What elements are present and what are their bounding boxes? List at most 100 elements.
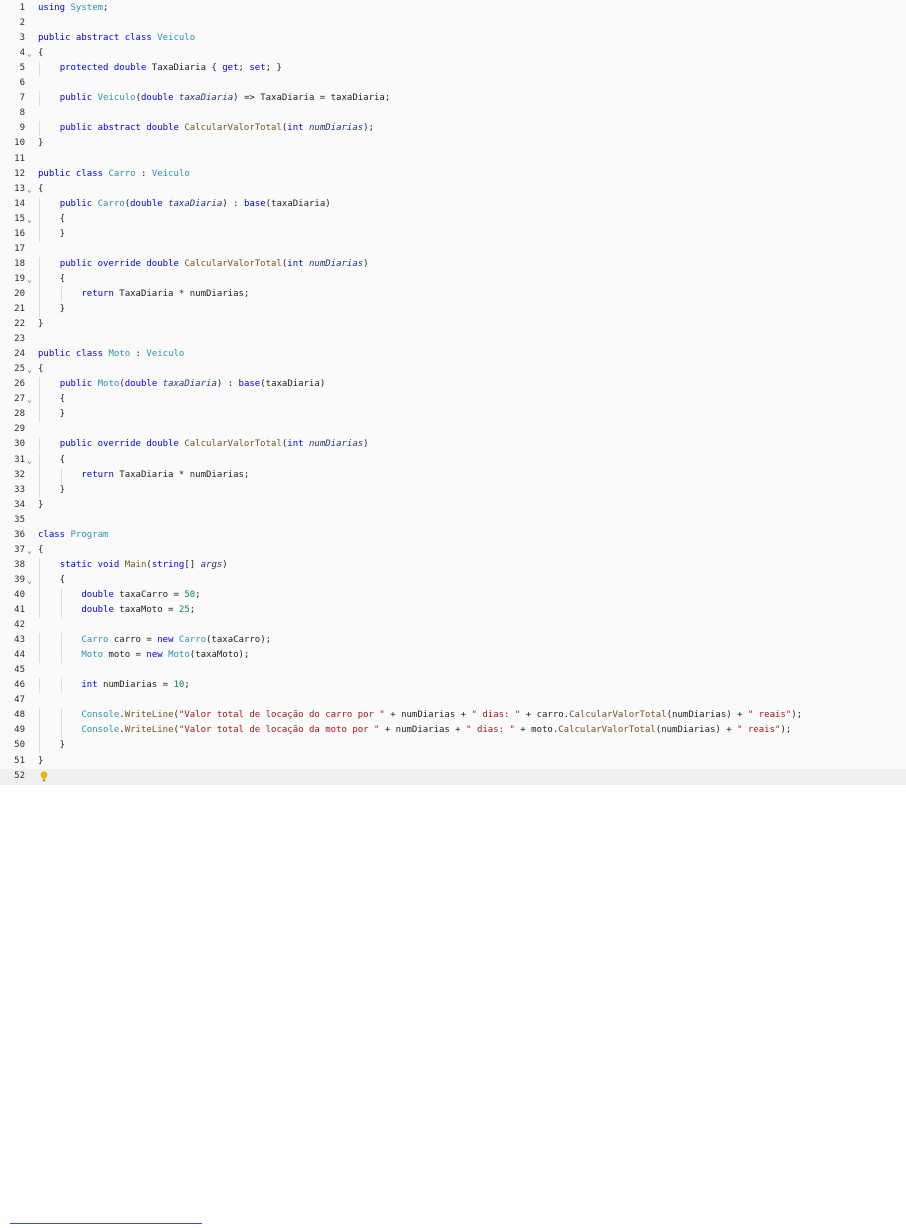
code-line[interactable]: 18 public override double CalcularValorT… [0, 256, 906, 272]
code-line[interactable]: 40 double taxaCarro = 50; [0, 587, 906, 603]
lightbulb-icon[interactable] [40, 770, 48, 782]
code-text: { [38, 453, 65, 468]
code-line[interactable]: 24 public class Moto : Veiculo [0, 347, 906, 362]
code-line[interactable]: 51} [0, 754, 906, 769]
code-line[interactable]: 28 } [0, 407, 906, 423]
code-line[interactable]: 50 } [0, 738, 906, 754]
code-line[interactable]: 46 int numDiarias = 10; [0, 678, 906, 694]
code-line[interactable]: 44 Moto moto = new Moto(taxaMoto); [0, 648, 906, 664]
line-number: 50 [14, 740, 25, 751]
chevron-down-icon[interactable]: ⌄ [27, 543, 32, 558]
code-line[interactable]: 6 [0, 76, 906, 91]
code-line[interactable]: 38 static void Main(string[] args) [0, 557, 906, 573]
code-line[interactable]: 21 } [0, 302, 906, 317]
code-line[interactable]: 36 class Program [0, 528, 906, 543]
code-line[interactable]: 30 public override double CalcularValorT… [0, 437, 906, 453]
code-text: { [38, 212, 65, 227]
line-number: 6 [19, 78, 25, 89]
chevron-down-icon[interactable]: ⌄ [27, 453, 32, 468]
code-line[interactable]: 12 public class Carro : Veiculo [0, 167, 906, 182]
code-line[interactable]: 52 [0, 768, 906, 784]
code-line[interactable]: 45 [0, 663, 906, 678]
code-token: Main [124, 559, 147, 570]
code-editor[interactable]: 1 using System; 2 3 public abstract class Ve… [0, 0, 906, 785]
code-line[interactable]: 48 Console.WriteLine("Valor total de loc… [0, 708, 906, 724]
code-line[interactable]: 4 ⌄ { [0, 46, 906, 61]
line-number: 33 [14, 484, 25, 495]
code-line[interactable]: 13 ⌄ { [0, 182, 906, 197]
code-token: (numDiarias) + [666, 710, 748, 721]
code-token: { [38, 394, 66, 405]
code-line[interactable]: 9 public abstract double CalcularValorTo… [0, 121, 906, 137]
code-token: ) : [222, 198, 244, 209]
code-line[interactable]: 31 ⌄ { [0, 452, 906, 468]
code-text: } [38, 498, 43, 513]
chevron-down-icon[interactable]: ⌄ [27, 46, 32, 61]
code-token: CalcularValorTotal [184, 123, 282, 134]
code-token: } [38, 499, 44, 510]
line-number: 11 [14, 153, 25, 164]
code-line[interactable]: 34} [0, 498, 906, 513]
code-line[interactable]: 41 double taxaMoto = 25; [0, 603, 906, 618]
code-token: double [124, 379, 158, 390]
code-line[interactable]: 2 [0, 16, 906, 31]
code-token: numDiarias = [97, 680, 174, 691]
code-text: { [38, 362, 43, 377]
code-line[interactable]: 14 public Carro(double taxaDiaria) : bas… [0, 196, 906, 212]
chevron-down-icon[interactable]: ⌄ [27, 212, 32, 227]
code-line[interactable]: 15 ⌄ { [0, 211, 906, 227]
line-number: 49 [14, 725, 25, 736]
code-line[interactable]: 27 ⌄ { [0, 392, 906, 408]
code-token: new [157, 635, 174, 646]
code-line[interactable]: 5 protected double TaxaDiaria { get; set… [0, 61, 906, 77]
code-line[interactable]: 47 [0, 693, 906, 708]
code-line[interactable]: 10} [0, 136, 906, 151]
chevron-down-icon[interactable]: ⌄ [27, 573, 32, 588]
line-number: 23 [14, 334, 25, 345]
chevron-down-icon[interactable]: ⌄ [27, 362, 32, 377]
code-line[interactable]: 19 ⌄ { [0, 271, 906, 287]
code-line[interactable]: 25 ⌄ { [0, 362, 906, 377]
code-line[interactable]: 23 [0, 332, 906, 347]
code-line[interactable]: 7 public Veiculo(double taxaDiaria) => T… [0, 91, 906, 107]
code-line[interactable]: 29 [0, 422, 906, 437]
code-line[interactable]: 26 public Moto(double taxaDiaria) : base… [0, 377, 906, 393]
line-number: 35 [14, 514, 25, 525]
code-token: taxaMoto = [113, 605, 179, 615]
line-number: 13 [14, 183, 25, 194]
code-line[interactable]: 8 [0, 106, 906, 121]
code-line[interactable]: 17 [0, 242, 906, 257]
code-line[interactable]: 42 [0, 618, 906, 633]
code-token: get [222, 63, 239, 74]
code-line[interactable]: 37 ⌄ { [0, 543, 906, 558]
code-token: Carro [97, 198, 125, 209]
code-token: 50 [184, 589, 196, 600]
code-line[interactable]: 32 return TaxaDiaria * numDiarias; [0, 467, 906, 483]
chevron-down-icon[interactable]: ⌄ [27, 182, 32, 197]
chevron-down-icon[interactable]: ⌄ [27, 272, 32, 287]
chevron-down-icon[interactable]: ⌄ [27, 392, 32, 407]
code-line[interactable]: 33 } [0, 482, 906, 498]
line-number: 20 [14, 288, 25, 299]
code-line[interactable]: 20 return TaxaDiaria * numDiarias; [0, 286, 906, 302]
code-token: ; [184, 680, 190, 691]
code-token: CalcularValorTotal [184, 258, 282, 269]
line-number: 16 [14, 228, 25, 239]
code-line[interactable]: 35 [0, 513, 906, 528]
code-token: numDiarias [308, 123, 364, 134]
code-line[interactable]: 11 [0, 152, 906, 167]
line-number: 3 [19, 33, 25, 44]
code-token: public [59, 379, 93, 390]
code-line[interactable]: 16 } [0, 226, 906, 242]
code-line[interactable]: 22} [0, 317, 906, 332]
code-line[interactable]: 39 ⌄ { [0, 572, 906, 588]
code-line[interactable]: 43 Carro carro = new Carro(taxaCarro); [0, 633, 906, 649]
code-line[interactable]: 49 Console.WriteLine("Valor total de loc… [0, 723, 906, 739]
code-token: moto = [103, 650, 147, 661]
code-token: { [38, 544, 44, 555]
code-line[interactable]: 1 using System; [0, 1, 906, 16]
code-token: "Valor total de locação do carro por " [178, 710, 385, 721]
code-line[interactable]: 3 public abstract class Veiculo [0, 31, 906, 46]
